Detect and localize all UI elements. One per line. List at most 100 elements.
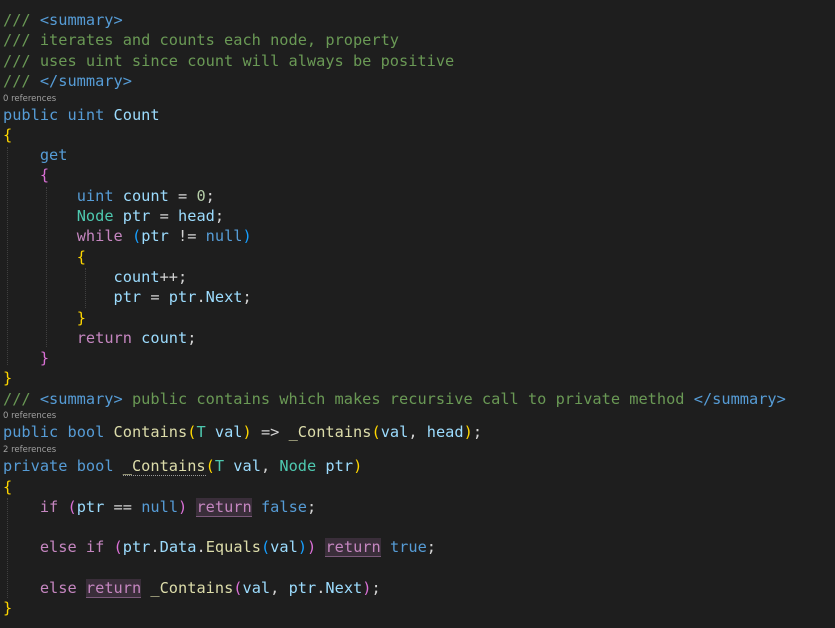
code-line[interactable]: } [3,348,49,368]
code-token: , [408,423,427,441]
code-token: return [196,498,252,517]
code-line[interactable]: public bool Contains (T val) => _Contains… [3,422,482,442]
code-token: else [39,579,77,597]
code-token: _Contains [288,423,372,441]
code-line[interactable]: private bool _Contains(T val, Node ptr) [3,456,362,476]
code-token: ( [233,579,243,597]
code-line[interactable]: /// </summary> [3,71,132,91]
code-line[interactable]: } [3,368,12,388]
code-line[interactable]: { [3,247,86,267]
code-token: _Contains [122,457,206,476]
code-token: } [76,309,86,327]
code-line[interactable]: /// <summary> [3,10,123,30]
code-token: ) [242,423,252,441]
code-token: ptr [122,538,151,556]
code-token: Next [325,579,363,597]
code-token: ) [178,498,188,516]
code-line[interactable]: /// <summary> public contains which make… [3,389,786,409]
code-line[interactable]: else if (ptr.Data.Equals(val)) return tr… [3,537,436,557]
code-token: T [214,457,225,475]
code-line[interactable]: while (ptr != null) [3,226,252,246]
code-token: Contains [113,423,188,441]
code-line[interactable]: public uint Count [3,105,160,125]
code-token: ; [242,288,252,306]
code-line[interactable]: { [3,477,12,497]
codelens-references[interactable]: 2 references [3,444,56,456]
code-token: public contains which makes recursive ca… [122,390,694,408]
code-token: count [141,329,188,347]
code-token: { [76,248,86,266]
code-token: ; [426,538,437,556]
code-line[interactable]: if (ptr == null) return false; [3,497,316,517]
code-line[interactable]: get [3,145,68,165]
code-token: head [426,423,464,441]
code-line[interactable]: else return _Contains(val, ptr.Next); [3,578,381,598]
code-token: <summary> [39,390,123,408]
code-token: if [85,538,105,556]
code-line[interactable]: { [3,165,49,185]
code-line[interactable]: /// uses uint since count will always be… [3,51,454,71]
code-token: else [39,538,77,556]
code-token: 0 [196,187,206,205]
code-token: true [389,538,427,556]
code-token: return [325,538,381,557]
code-token: } [3,599,13,617]
code-line[interactable]: ptr = ptr.Next; [3,287,252,307]
code-editor[interactable]: /// <summary> /// iterates and counts ea… [0,0,835,628]
code-token: T [196,423,206,441]
code-token: { [39,166,50,184]
code-token: bool [76,457,114,475]
code-token: val [233,457,261,475]
code-token: ( [67,498,77,516]
code-line[interactable]: return count; [3,328,197,348]
code-token: ( [260,538,271,556]
code-token: ; [307,498,317,516]
code-token: ) [307,538,317,556]
code-line[interactable]: count++; [3,267,188,287]
code-token: ptr [76,498,105,516]
codelens-references[interactable]: 0 references [3,93,56,105]
codelens-references[interactable]: 0 references [3,410,56,422]
code-token: if [39,498,59,516]
code-token: ) [463,423,473,441]
code-token: ; [214,207,225,225]
code-line[interactable]: } [3,598,12,618]
code-token: public [3,423,59,441]
code-token: null [141,498,179,516]
code-token: = [141,288,169,306]
code-token: , [270,579,289,597]
code-token: <summary> [39,11,123,29]
code-token: _Contains [150,579,234,597]
code-line[interactable]: Node ptr = head; [3,206,224,226]
code-token: ( [113,538,123,556]
code-token: false [260,498,308,516]
code-token: ptr [288,579,317,597]
code-token: ptr [141,227,169,245]
code-line[interactable]: { [3,125,12,145]
code-line[interactable]: uint count = 0; [3,186,215,206]
code-line[interactable]: /// iterates and counts each node, prope… [3,30,399,50]
code-token: count [113,268,160,286]
code-token: ; [472,423,483,441]
code-token: val [242,579,271,597]
code-token: /// uses uint since count will always be… [3,52,455,70]
code-token: ptr [113,288,142,306]
code-token: => [251,423,289,441]
code-token: ptr [325,457,354,475]
code-line[interactable]: } [3,308,86,328]
code-token: . [196,288,206,306]
